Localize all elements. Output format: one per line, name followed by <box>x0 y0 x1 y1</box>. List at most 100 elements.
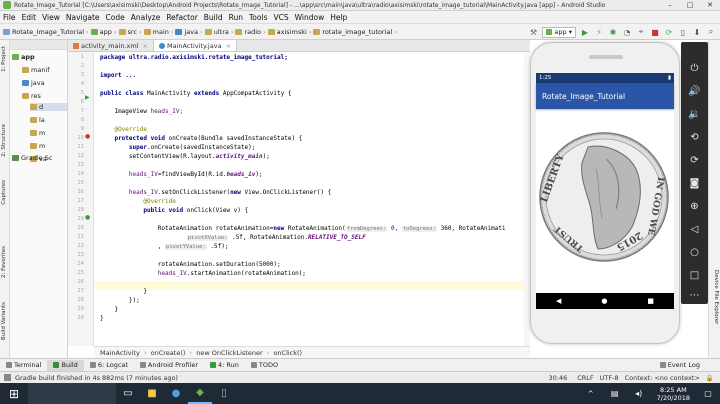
tab-favorites[interactable]: 2: Favorites <box>1 246 9 278</box>
tab-event-log[interactable]: Event Log <box>654 360 706 371</box>
browser-icon[interactable]: ● <box>164 383 188 404</box>
menu-analyze[interactable]: Analyze <box>131 13 161 22</box>
notifications-icon[interactable]: ▢ <box>696 383 720 404</box>
breadcrumb-radio[interactable]: radio › <box>235 28 266 36</box>
home-icon[interactable]: ● <box>601 297 607 305</box>
menu-edit[interactable]: Edit <box>22 13 37 22</box>
zoom-in-icon[interactable]: ⊕ <box>681 196 708 216</box>
menu-navigate[interactable]: Navigate <box>66 13 100 22</box>
close-window-button[interactable]: ✕ <box>700 1 720 9</box>
run-icon[interactable]: ▶ <box>579 26 591 38</box>
recents-icon[interactable]: ■ <box>647 297 654 305</box>
tab-terminal[interactable]: Terminal <box>0 360 47 371</box>
menu-file[interactable]: File <box>3 13 16 22</box>
menu-window[interactable]: Window <box>295 13 325 22</box>
emulator-taskbar-icon[interactable]: ▯ <box>212 383 236 404</box>
stop-icon[interactable]: ■ <box>649 26 661 38</box>
volume-down-icon[interactable]: 🔉 <box>681 104 708 124</box>
breadcrumb-project[interactable]: Rotate_Image_Tutorial › <box>3 28 89 36</box>
apply-changes-icon[interactable]: ⚡ <box>593 26 605 38</box>
close-tab-icon[interactable]: × <box>226 42 231 50</box>
tree-node[interactable]: d <box>30 103 67 111</box>
tab-android-profiler[interactable]: Android Profiler <box>134 360 204 371</box>
overview-icon[interactable]: □ <box>681 265 708 285</box>
taskbar-clock[interactable]: 8:25 AM 7/20/2018 <box>657 386 690 402</box>
implements-gutter-icon[interactable]: ● <box>85 214 90 221</box>
run-gutter-icon[interactable]: ▶ <box>85 94 90 101</box>
tab-captures[interactable]: Captures <box>1 180 9 205</box>
breadcrumb-ultra[interactable]: ultra › <box>204 28 233 36</box>
menu-help[interactable]: Help <box>330 13 347 22</box>
power-icon[interactable]: ⏻ <box>681 58 708 78</box>
editor-crumb-item[interactable]: onCreate() <box>151 349 186 357</box>
tab-device-file-explorer[interactable]: Device File Explorer <box>711 270 719 324</box>
tree-node[interactable]: m <box>30 129 45 137</box>
close-tab-icon[interactable]: × <box>143 42 148 50</box>
editor-crumb-item[interactable]: onClick() <box>273 349 302 357</box>
task-view-icon[interactable]: ▭ <box>116 383 140 404</box>
maximize-button[interactable]: □ <box>680 1 700 9</box>
camera-icon[interactable]: ◙ <box>681 173 708 193</box>
tab-todo[interactable]: TODO <box>245 360 284 371</box>
coin-image[interactable]: IN GOD WE TRUST LIBERTY 2015 <box>536 109 674 293</box>
menu-view[interactable]: View <box>42 13 60 22</box>
taskbar-search[interactable] <box>28 383 116 404</box>
more-icon[interactable]: ⋯ <box>681 285 708 305</box>
editor-crumb-item[interactable]: new OnClickListener <box>196 349 262 357</box>
menu-vcs[interactable]: VCS <box>273 13 288 22</box>
tab-project[interactable]: 1: Project <box>1 46 9 72</box>
network-icon[interactable]: ▤ <box>603 383 627 404</box>
rotate-left-icon[interactable]: ⟲ <box>681 127 708 147</box>
caret-position[interactable]: 30:46 <box>549 374 568 382</box>
tree-node[interactable]: m <box>30 142 45 150</box>
line-separator[interactable]: CRLF <box>577 374 593 382</box>
attach-debugger-icon[interactable]: ⌖ <box>635 26 647 38</box>
debug-icon[interactable]: ✱ <box>607 26 619 38</box>
profile-icon[interactable]: ◔ <box>621 26 633 38</box>
sync-gradle-icon[interactable]: ⟳ <box>663 26 675 38</box>
tree-node[interactable]: res <box>22 92 41 100</box>
tree-node[interactable]: Gradle Sc <box>12 154 52 162</box>
file-encoding[interactable]: UTF-8 <box>600 374 619 382</box>
chevron-up-icon[interactable]: ^ <box>579 383 603 404</box>
home-icon[interactable]: ○ <box>681 242 708 262</box>
android-studio-taskbar-icon[interactable]: ◆ <box>188 383 212 404</box>
editor-tab-activity-main[interactable]: activity_main.xml × <box>68 40 154 51</box>
tab-run[interactable]: 4: Run <box>204 360 245 371</box>
windows-start-icon[interactable]: ⊞ <box>0 383 28 404</box>
tree-node[interactable]: java <box>22 79 45 87</box>
file-explorer-icon[interactable]: ■ <box>140 383 164 404</box>
tab-build-variants[interactable]: Build Variants <box>1 302 9 340</box>
volume-icon[interactable]: ◂) <box>627 383 651 404</box>
editor-tab-main-activity[interactable]: MainActivity.java × <box>153 40 238 51</box>
avd-manager-icon[interactable]: ▯ <box>677 26 689 38</box>
back-icon[interactable]: ◁ <box>681 219 708 239</box>
tab-structure[interactable]: 2: Structure <box>1 124 9 157</box>
tree-node[interactable]: la <box>30 116 45 124</box>
menu-run[interactable]: Run <box>229 13 243 22</box>
breadcrumb-app[interactable]: app › <box>90 28 117 36</box>
breadcrumb-main[interactable]: main › <box>143 28 173 36</box>
editor-crumb-item[interactable]: MainActivity <box>100 349 140 357</box>
menu-code[interactable]: Code <box>106 13 125 22</box>
breadcrumb-java[interactable]: java › <box>175 28 203 36</box>
minimize-button[interactable]: – <box>660 1 680 9</box>
tab-build[interactable]: Build <box>47 359 84 371</box>
lock-icon[interactable]: 🔒 <box>706 374 714 382</box>
tree-node[interactable]: manif <box>22 66 50 74</box>
make-project-icon[interactable]: ⚒ <box>527 26 539 38</box>
override-gutter-icon[interactable]: ● <box>85 133 90 140</box>
rotate-right-icon[interactable]: ⟳ <box>681 150 708 170</box>
breadcrumb-src[interactable]: src › <box>118 28 142 36</box>
search-icon[interactable]: ⌕ <box>705 26 717 38</box>
menu-refactor[interactable]: Refactor <box>166 13 197 22</box>
volume-up-icon[interactable]: 🔊 <box>681 81 708 101</box>
menu-build[interactable]: Build <box>204 13 223 22</box>
breadcrumb-axisimski[interactable]: axisimski › <box>267 28 311 36</box>
tab-logcat[interactable]: 6: Logcat <box>84 360 134 371</box>
breadcrumb-rotate-image-tutorial[interactable]: rotate_image_tutorial › <box>313 28 397 36</box>
run-configuration-select[interactable]: app ▾ <box>542 26 576 38</box>
back-icon[interactable]: ◀ <box>556 297 561 305</box>
tree-node[interactable]: app <box>12 53 35 61</box>
sdk-manager-icon[interactable]: ⬇ <box>691 26 703 38</box>
